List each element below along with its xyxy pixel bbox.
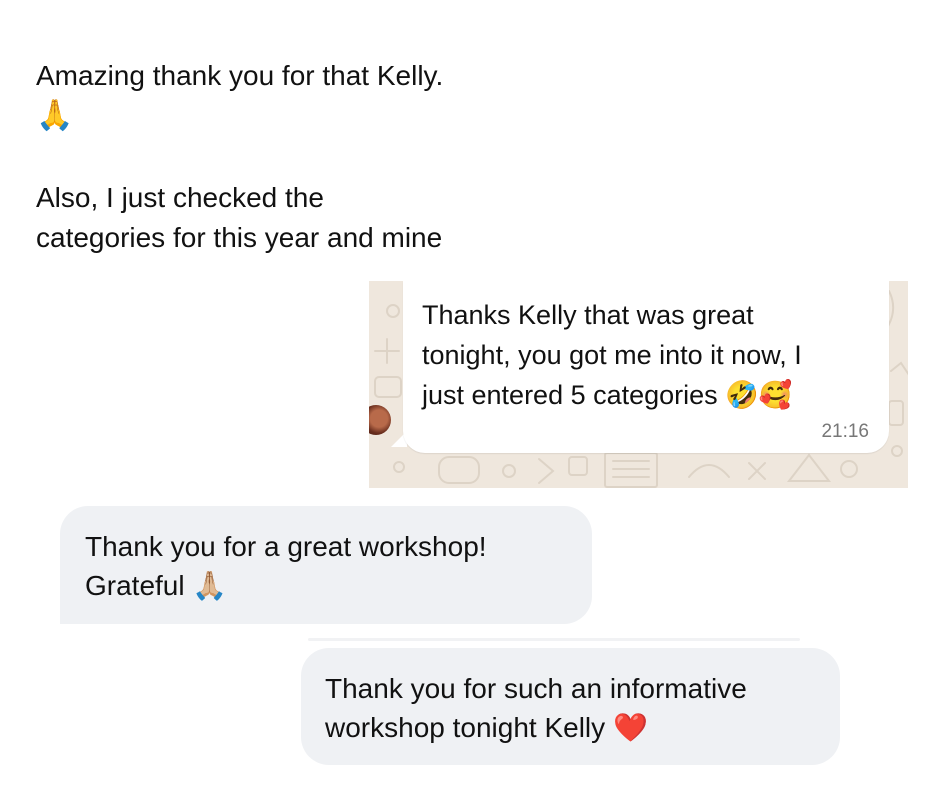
message-line: Also, I just checked the	[36, 182, 324, 213]
smiling-hearts-emoji-icon: 🥰	[758, 380, 793, 411]
message-text: Grateful	[85, 570, 185, 601]
message-line-with-emoji: workshop tonight Kelly ❤️	[325, 708, 747, 747]
message-line-with-emoji: just entered 5 categories 🤣🥰	[422, 375, 882, 416]
divider	[308, 638, 800, 641]
rolling-laughing-emoji-icon: 🤣	[725, 380, 759, 411]
whatsapp-message-text: Thanks Kelly that was great tonight, you…	[422, 295, 882, 416]
message-text: just entered 5 categories	[422, 380, 718, 410]
message-line: Amazing thank you for that Kelly.	[36, 60, 444, 91]
red-heart-emoji-icon: ❤️	[612, 711, 648, 744]
message-plain-text: Amazing thank you for that Kelly. 🙏 Also…	[36, 56, 636, 258]
message-line: Thank you for a great workshop!	[85, 531, 487, 562]
whatsapp-message-bubble: Thanks Kelly that was great tonight, you…	[403, 281, 889, 453]
testimonial-collage: Amazing thank you for that Kelly. 🙏 Also…	[0, 0, 940, 788]
praying-hands-emoji-icon: 🙏🏼	[192, 569, 228, 602]
message-text: workshop tonight Kelly	[325, 712, 606, 743]
message-line: Thank you for such an informative	[325, 673, 747, 704]
message-bubble: Thank you for a great workshop! Grateful…	[60, 506, 592, 624]
message-text: Thank you for such an informative worksh…	[325, 669, 747, 747]
message-timestamp: 21:16	[821, 421, 869, 442]
message-line: categories for this year and mine	[36, 222, 443, 253]
message-line: tonight, you got me into it now, I	[422, 340, 802, 370]
message-bubble: Thank you for such an informative worksh…	[301, 648, 840, 765]
praying-hands-emoji-icon: 🙏	[36, 98, 74, 133]
message-line-with-emoji: Grateful 🙏🏼	[85, 566, 487, 605]
message-line: Thanks Kelly that was great	[422, 300, 754, 330]
whatsapp-chat-snippet: Thanks Kelly that was great tonight, you…	[369, 281, 908, 488]
message-text: Thank you for a great workshop! Grateful…	[85, 527, 487, 605]
